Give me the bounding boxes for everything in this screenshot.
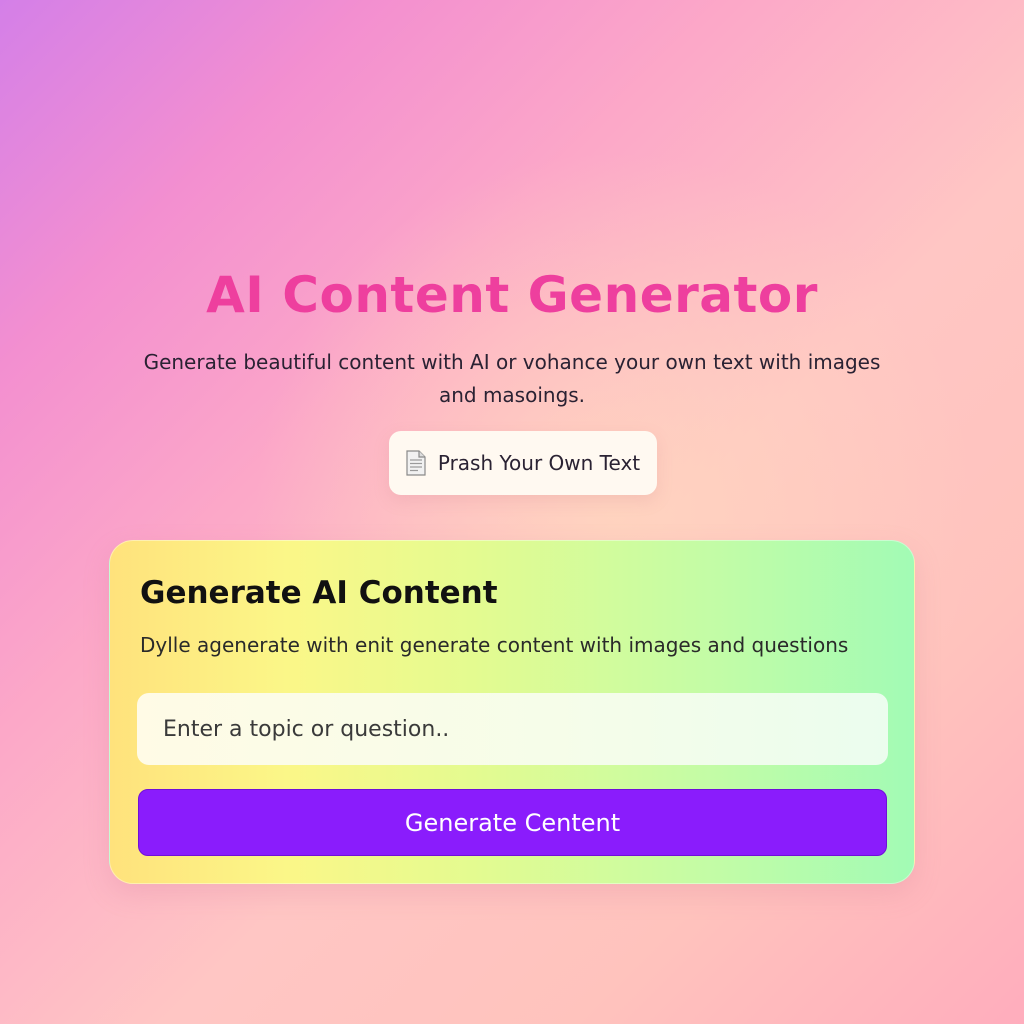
generate-content-button[interactable]: Generate Centent	[138, 789, 887, 856]
page-subtitle: Generate beautiful content with AI or vo…	[143, 350, 881, 407]
use-own-text-label: Prash Your Own Text	[437, 451, 641, 475]
generate-content-card: Generate AI Content Dylle agenerate with…	[109, 540, 915, 884]
use-own-text-button[interactable]: Prash Your Own Text	[389, 431, 657, 495]
card-description: Dylle agenerate with enit generate conte…	[140, 633, 849, 657]
document-icon	[406, 450, 426, 476]
card-title: Generate AI Content	[140, 575, 498, 611]
page: AI Content Generator Generate beautiful …	[0, 0, 1024, 1024]
topic-input[interactable]	[137, 693, 888, 765]
page-title: AI Content Generator	[206, 266, 818, 324]
